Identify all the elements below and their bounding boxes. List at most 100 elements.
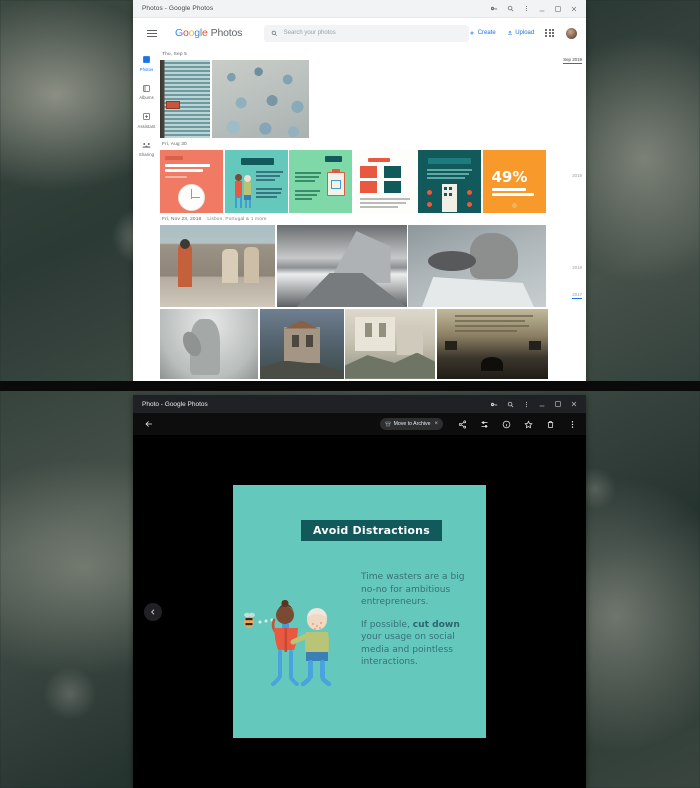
toolbar-actions: Create Upload — [469, 26, 578, 40]
photo-thumbnail[interactable] — [160, 60, 210, 138]
edit-sliders-icon[interactable] — [479, 419, 490, 430]
move-to-archive-chip[interactable]: Move to Archive × — [379, 418, 443, 430]
viewer-actions — [457, 419, 578, 430]
photo-thumbnail[interactable] — [259, 308, 344, 379]
photo-thumbnail[interactable] — [160, 225, 275, 307]
search-icon — [271, 30, 278, 36]
avatar[interactable] — [565, 26, 578, 40]
slide-p2-lead: If possible, — [361, 619, 413, 630]
slide-title: Avoid Distractions — [301, 520, 442, 541]
timeline-scrollbar[interactable]: Sep 2019 2019 2018 2017 — [554, 48, 586, 381]
minimize-button[interactable] — [534, 397, 550, 411]
previous-photo-button[interactable] — [144, 602, 162, 621]
back-arrow-icon[interactable] — [142, 417, 156, 431]
photo-thumbnail-delegate-chart[interactable] — [353, 150, 417, 213]
search-placeholder: Search your photos — [283, 30, 336, 36]
slide-p2-tail: your usage on social media and pointless… — [361, 632, 455, 668]
window-title: Photos - Google Photos — [142, 5, 214, 12]
photo-thumbnail-avoid-distractions[interactable] — [224, 150, 288, 213]
delete-icon[interactable] — [545, 419, 556, 430]
photos-icon — [141, 54, 152, 65]
google-photos-grid-window: Photos - Google Photos Google Photos Sear… — [133, 0, 586, 381]
sidebar-item-label: Albums — [139, 95, 154, 100]
slide-body: Time wasters are a big no-no for ambitio… — [361, 571, 475, 669]
close-button[interactable] — [566, 2, 582, 16]
create-button[interactable]: Create — [469, 30, 496, 36]
maximize-button[interactable] — [550, 397, 566, 411]
timeline-mark[interactable]: 2018 — [572, 265, 582, 270]
photo-thumbnail[interactable] — [160, 308, 258, 379]
hamburger-icon[interactable] — [141, 22, 163, 44]
info-icon[interactable] — [501, 419, 512, 430]
overflow-menu-icon[interactable] — [567, 419, 578, 430]
viewer-toolbar: Move to Archive × — [133, 413, 586, 435]
sidebar-item-albums[interactable]: Albums — [133, 83, 160, 100]
key-icon[interactable] — [486, 397, 502, 411]
photo-row — [160, 225, 554, 307]
overflow-menu-icon[interactable] — [518, 2, 534, 16]
upload-label: Upload — [515, 30, 535, 36]
photo-thumbnail-delegate[interactable] — [418, 150, 481, 213]
create-label: Create — [477, 30, 496, 36]
photo-row — [160, 60, 554, 138]
sidebar-item-label: Assistant — [137, 123, 156, 129]
photo-thumbnail[interactable] — [436, 308, 548, 379]
overflow-menu-icon[interactable] — [518, 397, 534, 411]
slide-paragraph-1: Time wasters are a big no-no for ambitio… — [361, 572, 465, 608]
photo-grid: Thu, Sep 5 Fri, Aug 30 49% Fri, Nov 23, … — [160, 48, 586, 381]
photo-thumbnail-49-percent[interactable]: 49% — [482, 150, 546, 213]
screenshot-divider — [0, 381, 700, 391]
photo-thumbnail[interactable] — [408, 225, 546, 307]
share-icon[interactable] — [457, 419, 468, 430]
maximize-button[interactable] — [550, 2, 566, 16]
sidebar-item-assistant[interactable]: Assistant — [133, 111, 160, 129]
window-titlebar: Photos - Google Photos — [133, 0, 586, 18]
apps-grid-icon[interactable] — [545, 28, 554, 38]
timeline-mark[interactable]: 2017 — [572, 292, 582, 299]
slide-image[interactable]: Avoid Distractions Time wasters are a bi… — [233, 485, 486, 738]
section-date-header: Thu, Sep 5 — [160, 48, 554, 60]
upload-button[interactable]: Upload — [507, 30, 535, 36]
search-icon[interactable] — [502, 397, 518, 411]
timeline-mark[interactable]: 2019 — [572, 173, 582, 178]
assistant-icon — [141, 111, 152, 122]
section-location: Lisbon, Portugal & 1 more — [207, 217, 267, 222]
close-button[interactable] — [566, 397, 582, 411]
sidebar-item-label: Sharing — [138, 152, 155, 157]
key-icon[interactable] — [486, 2, 502, 16]
google-photos-viewer-window: Photo - Google Photos Move to Archive × — [133, 395, 586, 788]
photo-thumbnail-goals[interactable] — [289, 150, 352, 213]
sidebar: Photos Albums Assistant Sharing — [133, 48, 160, 381]
section-date: Fri, Nov 23, 2018 — [162, 217, 202, 222]
google-photos-logo: Google Photos — [175, 27, 243, 39]
photo-thumbnail[interactable] — [211, 60, 309, 138]
photos-toolbar: Google Photos Search your photos Create U… — [133, 18, 586, 48]
sidebar-item-photos[interactable]: Photos — [133, 54, 160, 72]
photo-thumbnail[interactable] — [276, 225, 407, 307]
photo-row — [160, 308, 554, 379]
minimize-button[interactable] — [534, 2, 550, 16]
upload-icon — [507, 30, 512, 36]
photo-thumbnail[interactable] — [345, 308, 435, 379]
chevron-left-icon — [151, 608, 155, 615]
photo-row: 49% — [160, 150, 554, 213]
plus-icon — [470, 31, 474, 35]
sidebar-item-label: Photos — [139, 66, 154, 72]
section-date: Thu, Sep 5 — [162, 52, 187, 57]
section-date-header: Fri, Nov 23, 2018 Lisbon, Portugal & 1 mo… — [160, 213, 554, 225]
slide-paragraph-2: If possible, cut down your usage on soci… — [361, 619, 475, 669]
window-titlebar: Photo - Google Photos — [133, 395, 586, 413]
product-name: Photos — [210, 27, 243, 39]
slide-p2-bold: cut down — [412, 619, 460, 630]
chip-dismiss[interactable]: × — [434, 421, 438, 427]
star-icon[interactable] — [523, 419, 534, 430]
search-icon[interactable] — [502, 2, 518, 16]
search-input[interactable]: Search your photos — [264, 24, 470, 42]
albums-icon — [141, 83, 152, 94]
photo-thumbnail-time-management[interactable] — [160, 150, 223, 213]
window-title: Photo - Google Photos — [142, 400, 208, 408]
timeline-mark-current[interactable]: Sep 2019 — [563, 57, 582, 64]
section-date: Fri, Aug 30 — [162, 142, 187, 147]
sidebar-item-sharing[interactable]: Sharing — [133, 140, 160, 157]
sign-detail — [166, 100, 180, 109]
